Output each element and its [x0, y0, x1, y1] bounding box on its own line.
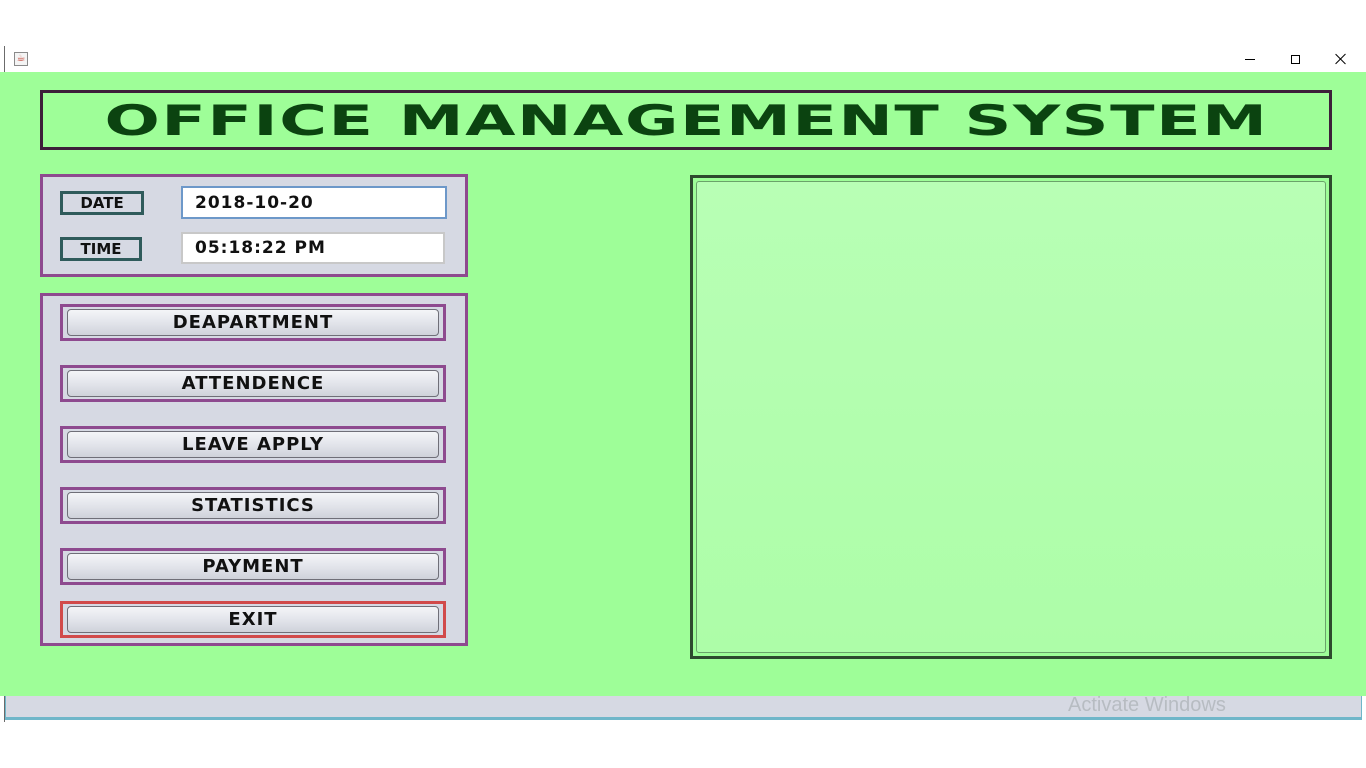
- payment-button-label: PAYMENT: [67, 553, 439, 580]
- header-banner: OFFICE MANAGEMENT SYSTEM: [40, 90, 1332, 150]
- minimize-button[interactable]: [1227, 46, 1273, 72]
- content-display-panel: [690, 175, 1332, 659]
- maximize-button[interactable]: [1272, 46, 1318, 72]
- desktop: ☕ OFFICE MANAGEMENT SYSTEM DATE 2018-10-…: [0, 0, 1366, 768]
- maximize-icon: [1290, 54, 1300, 64]
- minimize-icon: [1245, 58, 1255, 60]
- attendance-button[interactable]: ATTENDENCE: [60, 365, 446, 402]
- title-bar[interactable]: ☕: [5, 46, 1366, 72]
- datetime-panel: DATE 2018-10-20 TIME 05:18:22 PM: [40, 174, 468, 277]
- close-icon: [1335, 53, 1347, 65]
- main-content: OFFICE MANAGEMENT SYSTEM DATE 2018-10-20…: [0, 72, 1366, 696]
- attendance-button-label: ATTENDENCE: [67, 370, 439, 397]
- department-button[interactable]: DEAPARTMENT: [60, 304, 446, 341]
- app-title: OFFICE MANAGEMENT SYSTEM: [104, 95, 1268, 145]
- activate-windows-watermark: Activate Windows: [1068, 694, 1226, 716]
- department-button-label: DEAPARTMENT: [67, 309, 439, 336]
- date-label: DATE: [60, 191, 144, 215]
- date-field[interactable]: 2018-10-20: [181, 186, 447, 219]
- statistics-button-label: STATISTICS: [67, 492, 439, 519]
- time-field[interactable]: 05:18:22 PM: [181, 232, 445, 264]
- leave-apply-button-label: LEAVE APPLY: [67, 431, 439, 458]
- menu-panel: DEAPARTMENT ATTENDENCE LEAVE APPLY STATI…: [40, 293, 468, 646]
- leave-apply-button[interactable]: LEAVE APPLY: [60, 426, 446, 463]
- payment-button[interactable]: PAYMENT: [60, 548, 446, 585]
- time-label: TIME: [60, 237, 142, 261]
- exit-button[interactable]: EXIT: [60, 601, 446, 638]
- exit-button-label: EXIT: [67, 606, 439, 633]
- close-button[interactable]: [1318, 46, 1364, 72]
- java-icon[interactable]: ☕: [14, 52, 28, 66]
- statistics-button[interactable]: STATISTICS: [60, 487, 446, 524]
- content-display-area[interactable]: [696, 181, 1326, 653]
